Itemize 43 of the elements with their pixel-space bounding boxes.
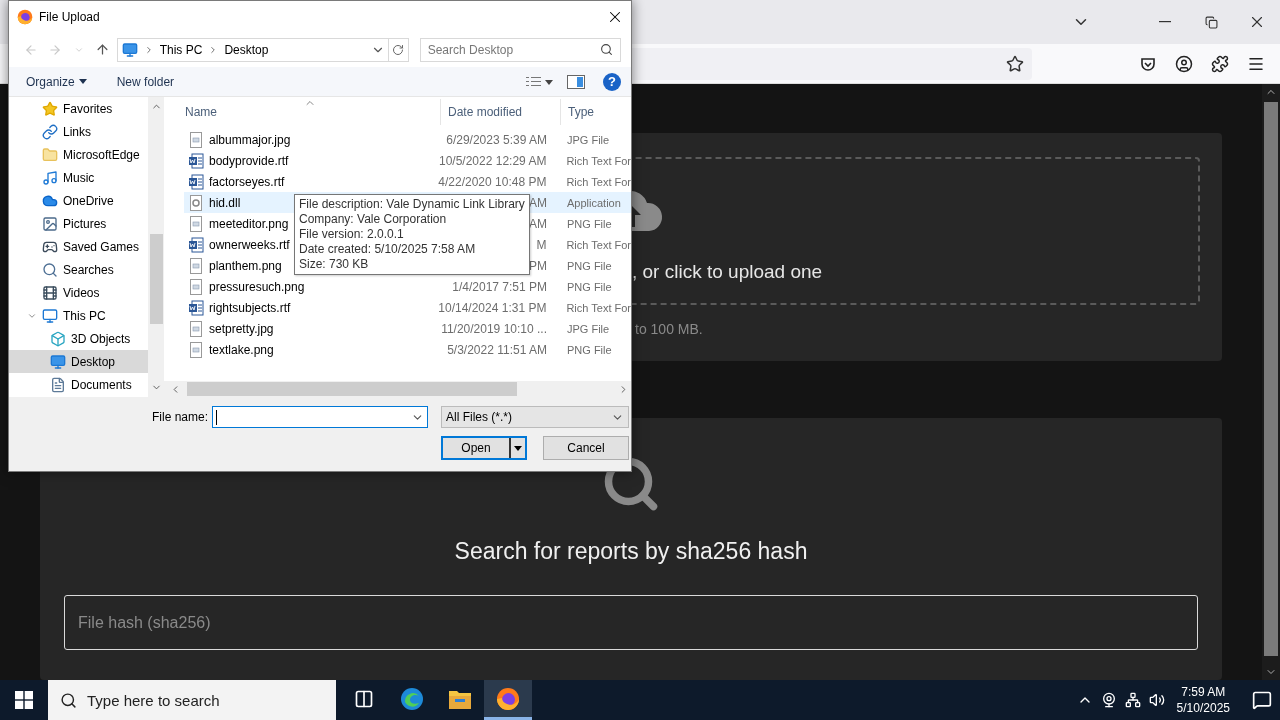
tooltip-line: Size: 730 KB (299, 257, 370, 272)
file-name: rightsubjects.rtf (209, 300, 291, 315)
date-modified: 1/4/2017 7:51 PM (452, 279, 547, 294)
file-type: PNG File (566, 217, 612, 230)
file-name: pressuresuch.png (209, 279, 305, 294)
date-modified: M (536, 237, 547, 252)
date-modified: 4/22/2020 10:48 PM (438, 174, 547, 189)
date-modified: AM (529, 216, 547, 231)
file-name: planthem.png (209, 258, 282, 273)
file-name: ownerweeks.rtf (209, 237, 290, 252)
date-modified: PM (529, 258, 547, 273)
date-modified: 10/5/2022 12:29 AM (439, 153, 547, 168)
file-name: albummajor.jpg (209, 132, 291, 147)
date-modified: 5/3/2022 11:51 AM (447, 342, 547, 357)
file-name: setpretty.jpg (209, 321, 274, 336)
tooltip-line: File version: 2.0.0.1 (299, 227, 405, 242)
file-name: hid.dll (209, 195, 241, 210)
upload-prompt: , or click to upload one (632, 261, 823, 283)
date-modified: 6/29/2023 5:39 AM (446, 132, 547, 147)
tooltip-line: File description: Vale Dynamic Link Library (299, 197, 525, 212)
tooltip-line: Date created: 5/10/2025 7:58 AM (299, 242, 477, 257)
file-type: PNG File (566, 343, 612, 356)
size-note: to 100 MB. (635, 321, 703, 337)
file-type: PNG File (566, 259, 612, 272)
date-modified: 11/20/2019 10:10 ... (441, 321, 547, 336)
date-modified: 10/14/2024 1:31 PM (438, 300, 547, 315)
file-type: Rich Text For (565, 154, 631, 167)
search-title: Search for reports by sha256 hash (454, 538, 808, 565)
file-name: meeteditor.png (209, 216, 289, 231)
file-name: textlake.png (209, 342, 274, 357)
date-modified: AM (529, 195, 547, 210)
file-type: JPG File (566, 133, 610, 146)
file-type: JPG File (566, 322, 610, 335)
file-type: Rich Text For (565, 238, 631, 251)
file-type: PNG File (566, 280, 612, 293)
file-name: factorseyes.rtf (209, 174, 285, 189)
file-type: Rich Text For (565, 175, 631, 188)
tooltip-line: Company: Vale Corporation (299, 212, 448, 227)
file-type: Application (566, 196, 621, 209)
file-name: bodyprovide.rtf (209, 153, 289, 168)
dialog-title: File Upload (39, 9, 101, 24)
file-type: Rich Text For (565, 301, 631, 314)
file-name-label: File name: (151, 410, 208, 424)
